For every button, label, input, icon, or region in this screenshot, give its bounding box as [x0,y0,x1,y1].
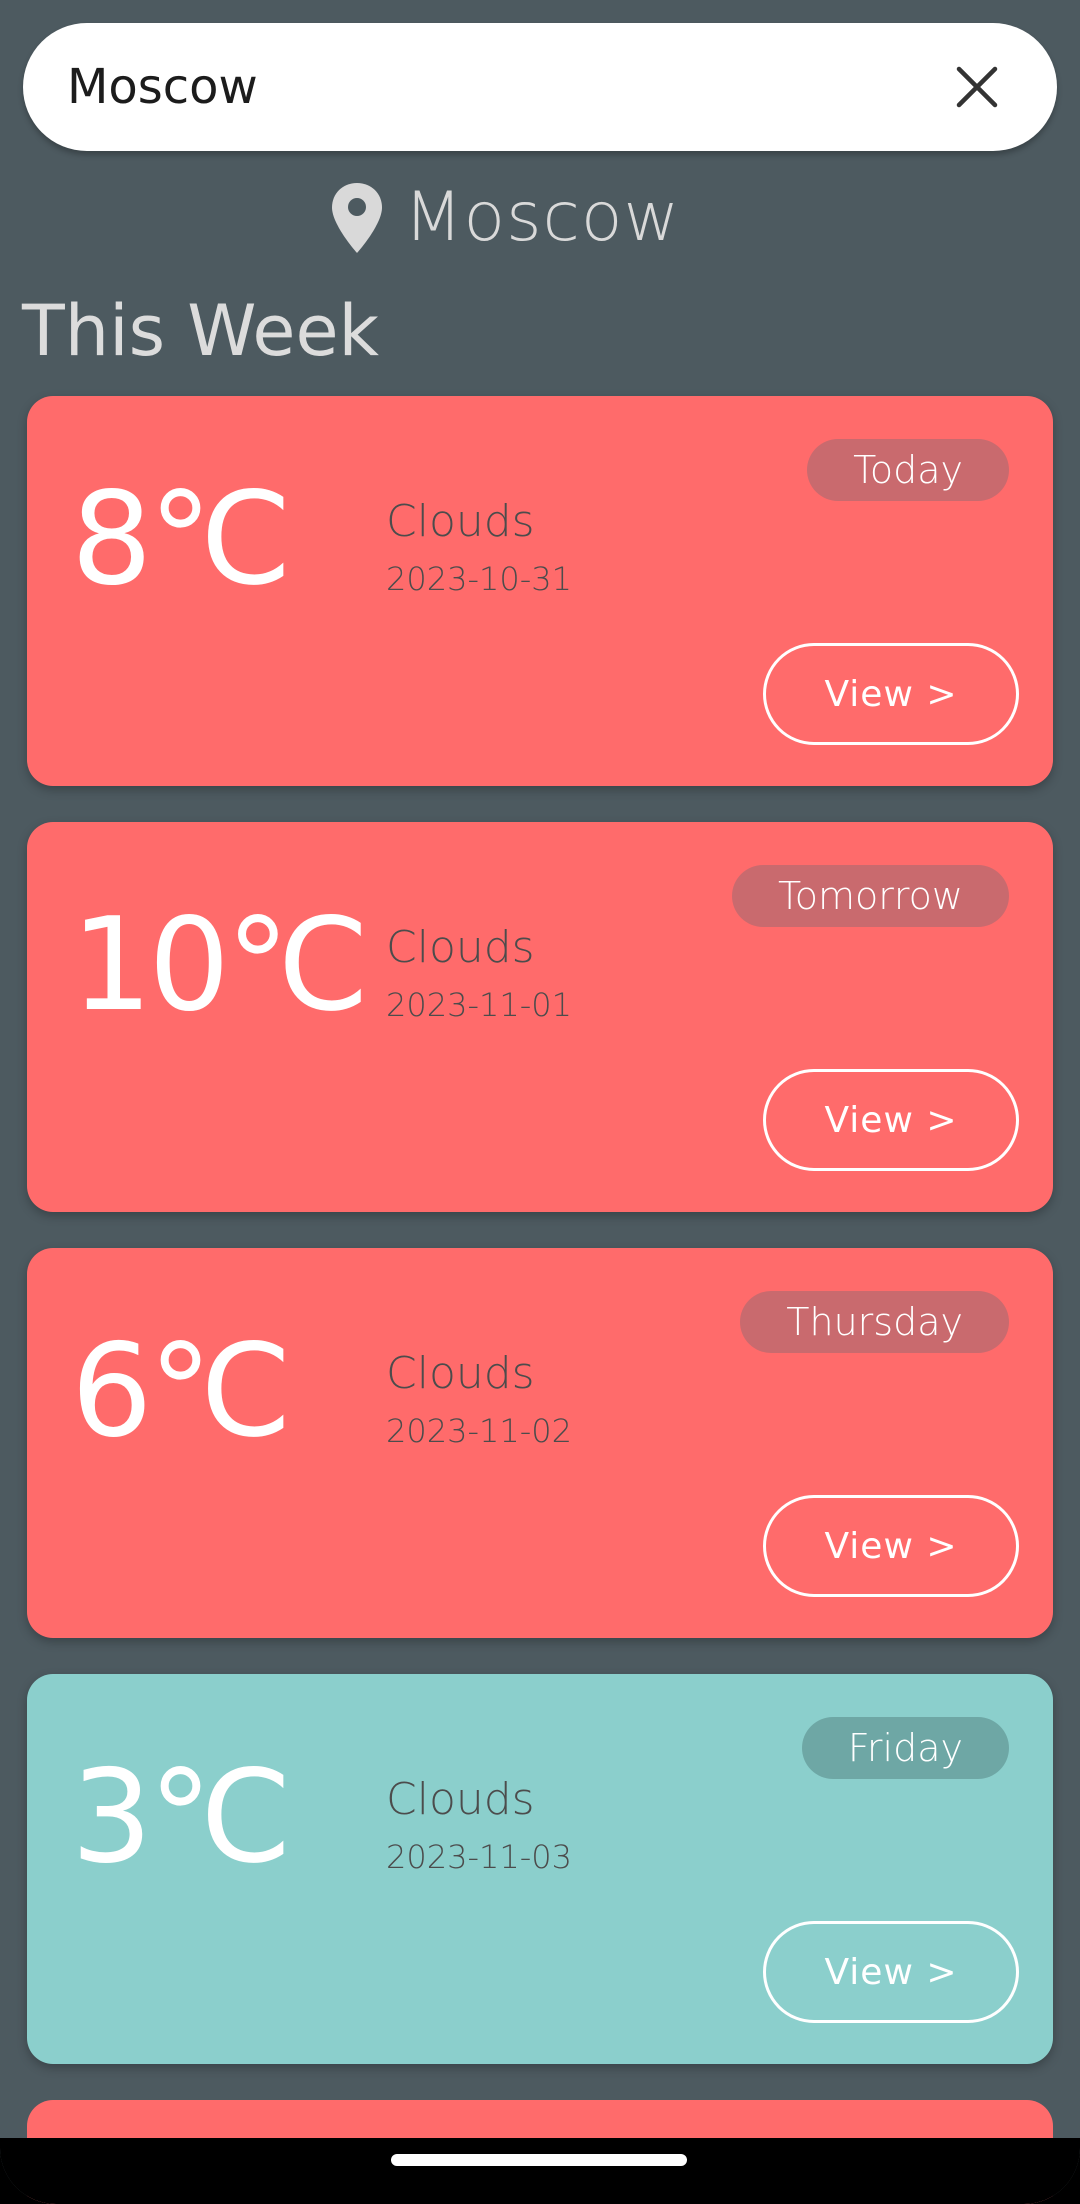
forecast-date: 2023-11-01 [386,986,572,1024]
location-name: Moscow [403,178,681,257]
weather-condition: Clouds [386,922,535,973]
weather-condition: Clouds [386,1774,535,1825]
temperature: 6℃ [71,1317,292,1466]
section-title: This Week [22,290,380,372]
forecast-date: 2023-11-03 [386,1838,572,1876]
temperature: 10℃ [71,891,370,1040]
day-badge: Thursday [740,1291,1009,1353]
close-icon [956,66,998,108]
search-input[interactable] [67,23,927,151]
forecast-date: 2023-11-02 [386,1412,572,1450]
forecast-card[interactable]: Today 8℃ Clouds 2023-10-31 View > [27,396,1053,786]
navigation-bar [0,2138,1080,2204]
weather-condition: Clouds [386,1348,535,1399]
forecast-date: 2023-10-31 [386,560,572,598]
temperature: 3℃ [71,1743,292,1892]
day-badge: Tomorrow [731,865,1009,927]
forecast-card[interactable]: Tomorrow 10℃ Clouds 2023-11-01 View > [27,822,1053,1212]
view-button[interactable]: View > [763,1069,1019,1171]
forecast-card[interactable]: Thursday 6℃ Clouds 2023-11-02 View > [27,1248,1053,1638]
app-screen: Moscow This Week Today 8℃ Clouds 2023-10… [0,0,1080,2204]
view-button[interactable]: View > [763,1921,1019,2023]
weather-condition: Clouds [386,496,535,547]
view-button[interactable]: View > [763,1495,1019,1597]
day-badge: Today [807,439,1009,501]
search-bar [23,23,1057,151]
view-button[interactable]: View > [763,643,1019,745]
clear-search-button[interactable] [955,63,1055,111]
map-pin-icon [331,182,382,253]
forecast-card[interactable]: Friday 3℃ Clouds 2023-11-03 View > [27,1674,1053,2064]
temperature: 8℃ [71,465,292,614]
day-badge: Friday [801,1717,1009,1779]
home-indicator[interactable] [391,2154,687,2166]
location-header: Moscow [0,178,1010,257]
